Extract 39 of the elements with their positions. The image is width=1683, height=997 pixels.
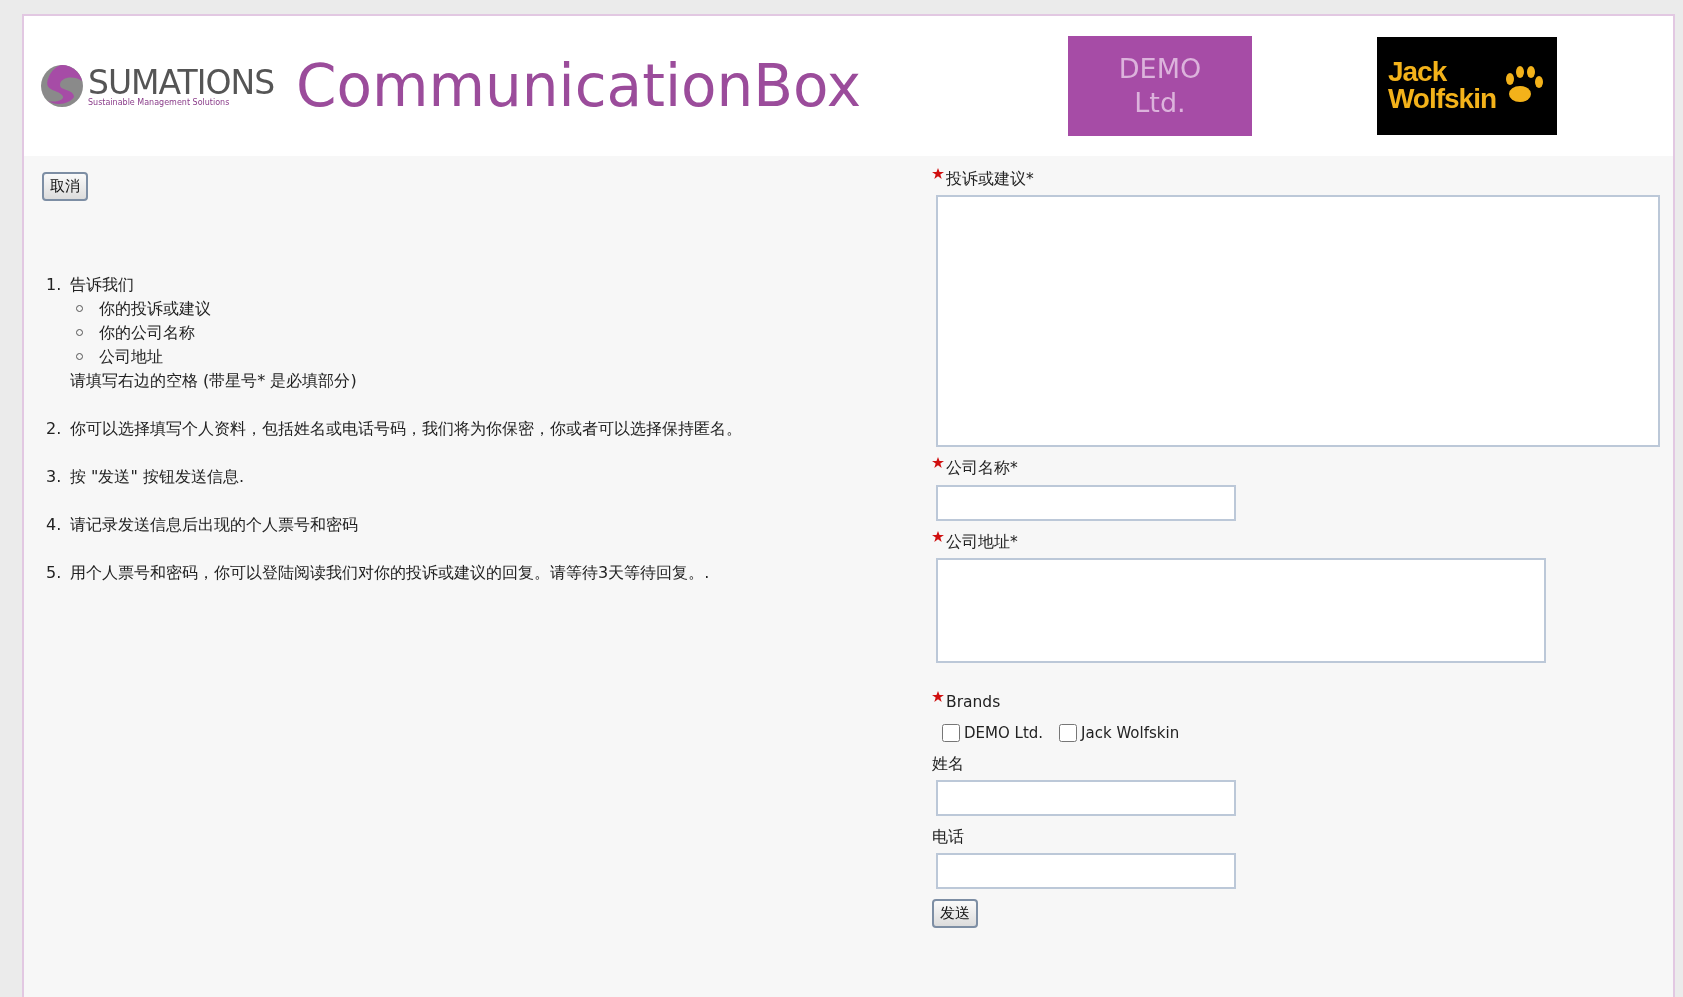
field-label: Brands (946, 691, 1001, 713)
logo-text: Jack (1387, 59, 1448, 86)
text-area[interactable] (936, 195, 1660, 448)
send-button[interactable]: 发送 (932, 899, 978, 928)
text-area[interactable] (936, 557, 1546, 663)
field-label: 电话 (932, 826, 964, 848)
list-number: 4. (46, 513, 63, 536)
instruction-text: 你可以选择填写个人资料，包括姓名或电话号码，我们将为你保密，你或者可以选择保持匿名。 (70, 418, 742, 438)
instruction-note: 请填写右边的空格 (带星号* 是必填部分) (70, 369, 357, 392)
cancel-button[interactable]: 取消 (42, 172, 88, 201)
field-label: 公司地址* (946, 531, 1018, 553)
checkbox-label: DEMO Ltd. (964, 723, 1044, 744)
instruction-text: 告诉我们 (70, 274, 134, 294)
logo-tagline: Sustainable Management Solutions (88, 98, 231, 107)
field-label: 投诉或建议* (946, 169, 1034, 190)
logo-icon (40, 64, 84, 108)
instruction-text: 用个人票号和密码，你可以登陆阅读我们对你的投诉或建议的回复。请等待3天等待回复。. (70, 562, 710, 582)
checkbox[interactable] (1059, 724, 1078, 743)
input-field[interactable] (936, 484, 1236, 521)
checkbox-label: Jack Wolfskin (1081, 723, 1180, 744)
logo-name: SUMATIONS (88, 65, 275, 99)
list-number: 2. (46, 417, 63, 440)
field-label: 姓名 (932, 753, 964, 775)
input-field[interactable] (936, 779, 1236, 816)
app-title: CommunicationBox (296, 57, 862, 115)
list-item-text: 你的投诉或建议 (99, 298, 211, 318)
checkbox[interactable] (942, 724, 960, 743)
list-number: 1. (46, 273, 63, 296)
input-field[interactable] (936, 853, 1236, 889)
field-label: 公司名称* (946, 458, 1018, 480)
list-item-text: 公司地址 (99, 346, 163, 366)
logo-text: Wolfskin (1387, 86, 1497, 113)
logo-text: Ltd. (1134, 86, 1186, 120)
list-number: 3. (46, 465, 63, 488)
instruction-text: 按 "发送" 按钮发送信息. (70, 466, 244, 486)
instruction-text: 请记录发送信息后出现的个人票号和密码 (70, 514, 358, 534)
logo-text: DEMO (1118, 52, 1202, 86)
list-item-text: 你的公司名称 (99, 322, 195, 342)
list-number: 5. (46, 561, 63, 584)
